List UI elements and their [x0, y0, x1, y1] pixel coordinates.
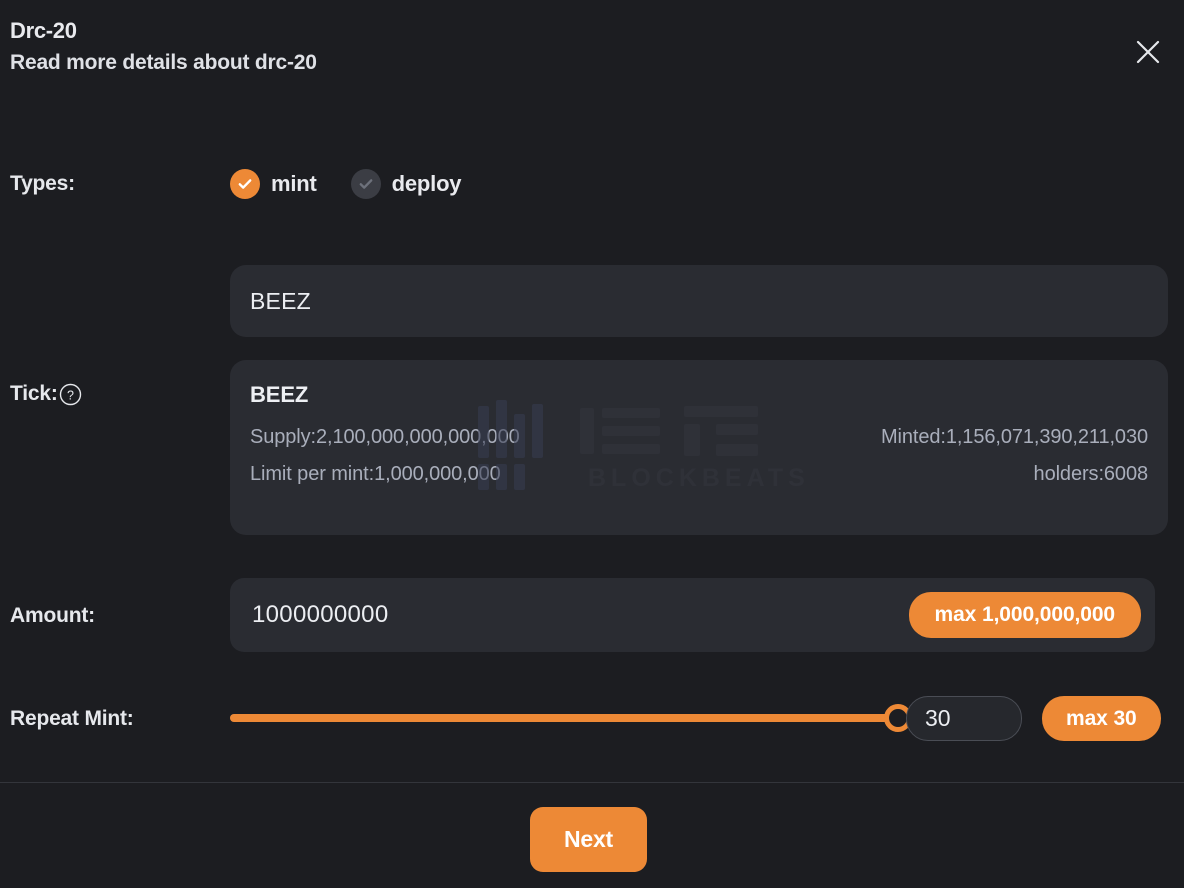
tick-supply-value: Supply:2,100,000,000,000,000 [250, 426, 520, 448]
repeat-mint-row: Repeat Mint: [10, 700, 134, 738]
footer-divider [0, 782, 1184, 783]
repeat-mint-input[interactable]: 30 [906, 696, 1022, 741]
repeat-mint-input-value: 30 [925, 705, 951, 731]
close-icon [1136, 40, 1160, 64]
types-label: Types: [10, 172, 75, 195]
type-option-deploy-label: deploy [391, 171, 462, 196]
dialog-header: Drc-20 Read more details about drc-20 [10, 16, 317, 78]
question-circle-icon[interactable]: ? [59, 383, 82, 406]
tick-result-card[interactable]: BLOCKBEATS BEEZ Supply:2,100,000,000,000… [230, 360, 1168, 535]
tick-search-input-value: BEEZ [250, 287, 311, 314]
type-option-deploy[interactable]: deploy [350, 169, 462, 199]
tick-label-group: Tick: ? [10, 382, 82, 406]
amount-field-group: 1000000000 max 1,000,000,000 [230, 578, 1155, 652]
amount-max-button[interactable]: max 1,000,000,000 [908, 592, 1141, 638]
repeat-mint-slider[interactable] [230, 704, 912, 732]
types-row: Types: mint deploy [10, 166, 462, 202]
type-option-mint[interactable]: mint [230, 169, 317, 199]
slider-fill [230, 714, 898, 722]
check-circle-icon-deploy [350, 169, 381, 199]
svg-text:?: ? [67, 388, 74, 402]
next-button[interactable]: Next [530, 807, 647, 872]
close-button[interactable] [1126, 30, 1170, 74]
tick-minted-value: Minted:1,156,071,390,211,030 [880, 426, 1148, 448]
amount-label: Amount: [10, 604, 95, 627]
page-title: Drc-20 [10, 18, 77, 43]
page-subtitle: Read more details about drc-20 [10, 51, 317, 74]
tick-stat-row-limit: Limit per mint:1,000,000,000 holders:600… [250, 463, 1148, 486]
tick-card-stats: Supply:2,100,000,000,000,000 Minted:1,15… [250, 426, 1148, 486]
tick-holders-value: holders:6008 [1033, 463, 1149, 485]
tick-limit-value: Limit per mint:1,000,000,000 [250, 463, 501, 485]
tick-card-name: BEEZ [250, 382, 309, 407]
tick-search-input[interactable]: BEEZ [230, 265, 1168, 337]
repeat-mint-label: Repeat Mint: [10, 707, 134, 730]
type-option-mint-label: mint [271, 171, 317, 196]
amount-input[interactable]: 1000000000 [252, 601, 388, 629]
check-circle-icon-mint [230, 169, 260, 199]
tick-label: Tick: [10, 382, 58, 405]
repeat-mint-max-button[interactable]: max 30 [1042, 696, 1161, 741]
tick-stat-row-supply: Supply:2,100,000,000,000,000 Minted:1,15… [250, 426, 1148, 449]
amount-row: Amount: [10, 596, 95, 636]
